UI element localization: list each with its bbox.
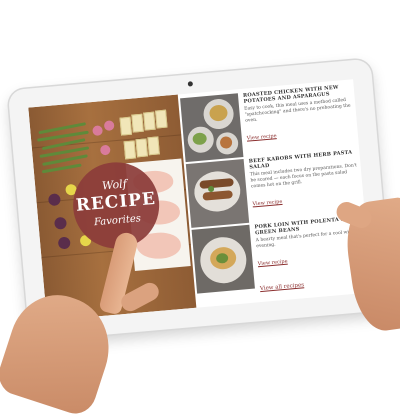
app-screen: Wolf RECIPE Favorites Roasted chicken wi… <box>28 79 372 321</box>
camera-icon <box>187 81 193 87</box>
view-recipe-link[interactable]: View recipe <box>258 259 288 268</box>
recipe-thumbnail[interactable] <box>185 159 250 228</box>
view-recipe-link[interactable]: View recipe <box>252 199 282 208</box>
view-recipe-link[interactable]: View recipe <box>247 133 277 142</box>
recipe-thumbnail[interactable] <box>191 224 255 294</box>
recipe-card: Pork loin with polenta and green beans A… <box>191 213 370 296</box>
recipe-thumbnail[interactable] <box>180 93 244 163</box>
